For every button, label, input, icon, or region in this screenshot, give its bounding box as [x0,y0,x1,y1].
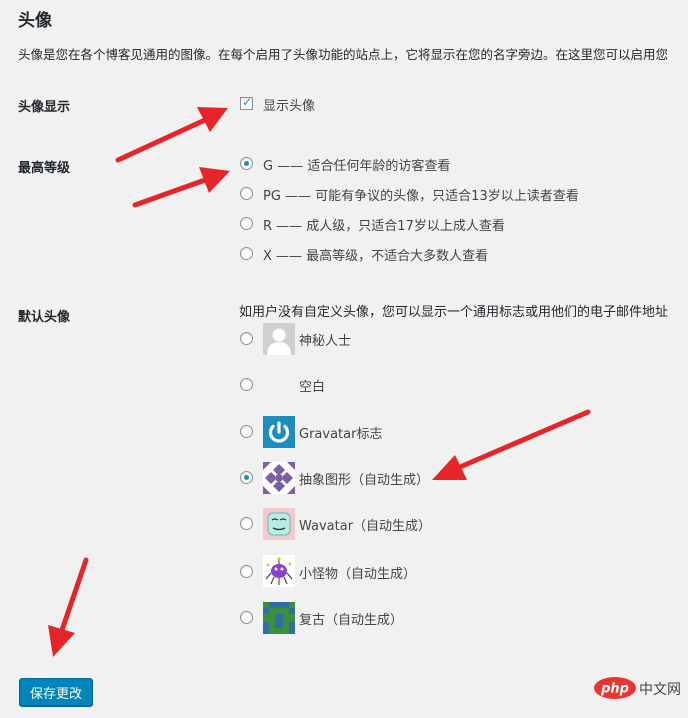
php-logo-icon: php [594,677,636,699]
annotation-arrows [48,107,591,657]
php-watermark: php 中文网 [593,676,683,700]
arrow-icon [48,557,89,657]
arrow-icon [132,167,230,208]
watermark-text: 中文网 [639,682,681,698]
arrow-icon [432,409,591,480]
php-logo-text: php [600,682,629,697]
arrow-icon [115,107,228,163]
